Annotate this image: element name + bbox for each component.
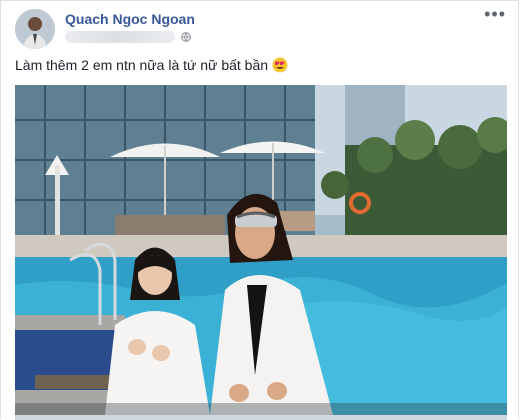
author-name[interactable]: Quach Ngoc Ngoan	[65, 11, 195, 27]
globe-icon[interactable]	[181, 32, 191, 42]
timestamp-blurred	[65, 31, 175, 43]
post-photo[interactable]	[15, 85, 507, 415]
heart-eyes-emoji-icon	[272, 57, 288, 73]
post-card: Quach Ngoc Ngoan ••• Làm thêm 2 em ntn n…	[0, 0, 519, 420]
caption-text: Làm thêm 2 em ntn nữa là tứ nữ bất bần	[15, 57, 269, 73]
post-meta	[65, 30, 191, 44]
more-options-button[interactable]: •••	[484, 5, 506, 23]
poolside-photo	[15, 85, 507, 415]
photo-strip-edge	[15, 415, 507, 420]
post-caption: Làm thêm 2 em ntn nữa là tứ nữ bất bần	[15, 57, 288, 73]
author-avatar[interactable]	[15, 9, 55, 49]
